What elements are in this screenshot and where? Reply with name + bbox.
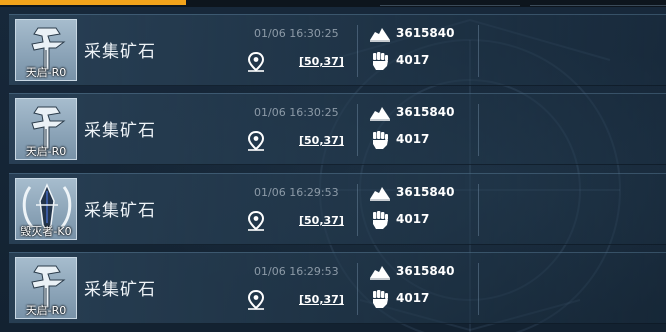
power-value: 4017 [396,132,430,146]
column-divider [478,104,479,156]
column-divider [357,104,358,156]
fist-power-icon [373,290,388,308]
fist-power-icon [373,52,388,70]
ore-resource-icon [370,187,390,201]
resource-amount: 3615840 [396,185,455,199]
list-item[interactable]: 天启-R0 采集矿石 01/06 16:30:25 [50,37] 361584… [9,14,666,86]
column-divider [357,25,358,77]
fist-power-icon [373,211,388,229]
location-pin-icon [247,51,265,72]
resource-amount: 3615840 [396,264,455,278]
ship-avatar[interactable]: 毁灭者-K0 [15,178,77,240]
ship-name: 天启-R0 [25,66,67,79]
ore-resource-icon [370,266,390,280]
ship-name: 天启-R0 [25,145,67,158]
action-label: 采集矿石 [84,201,156,221]
ship-name: 天启-R0 [25,304,67,317]
power-value: 4017 [396,53,430,67]
action-label: 采集矿石 [84,121,156,141]
timestamp: 01/06 16:29:53 [254,186,339,199]
coordinates-link[interactable]: [50,37] [299,293,344,306]
power-value: 4017 [396,291,430,305]
timestamp: 01/06 16:29:53 [254,265,339,278]
location-pin-icon [247,130,265,151]
resource-amount: 3615840 [396,105,455,119]
list-item[interactable]: 天启-R0 采集矿石 01/06 16:30:25 [50,37] 361584… [9,93,666,165]
ore-resource-icon [370,107,390,121]
tab-divider [530,0,666,6]
timestamp: 01/06 16:30:25 [254,27,339,40]
ship-avatar[interactable]: 天启-R0 [15,257,77,319]
coordinates-link[interactable]: [50,37] [299,214,344,227]
list-item[interactable]: 毁灭者-K0 采集矿石 01/06 16:29:53 [50,37] 36158… [9,173,666,245]
location-pin-icon [247,210,265,231]
timestamp: 01/06 16:30:25 [254,106,339,119]
ship-avatar[interactable]: 天启-R0 [15,19,77,81]
list-item[interactable]: 天启-R0 采集矿石 01/06 16:29:53 [50,37] 361584… [9,252,666,324]
power-value: 4017 [396,212,430,226]
action-label: 采集矿石 [84,42,156,62]
column-divider [357,263,358,315]
location-pin-icon [247,289,265,310]
coordinates-link[interactable]: [50,37] [299,55,344,68]
tab-divider [380,0,520,6]
action-label: 采集矿石 [84,280,156,300]
column-divider [478,184,479,236]
column-divider [357,184,358,236]
fist-power-icon [373,131,388,149]
ship-avatar[interactable]: 天启-R0 [15,98,77,160]
active-tab-indicator[interactable] [0,0,186,5]
coordinates-link[interactable]: [50,37] [299,134,344,147]
ore-resource-icon [370,28,390,42]
column-divider [478,25,479,77]
resource-amount: 3615840 [396,26,455,40]
column-divider [478,263,479,315]
ship-name: 毁灭者-K0 [20,225,72,238]
